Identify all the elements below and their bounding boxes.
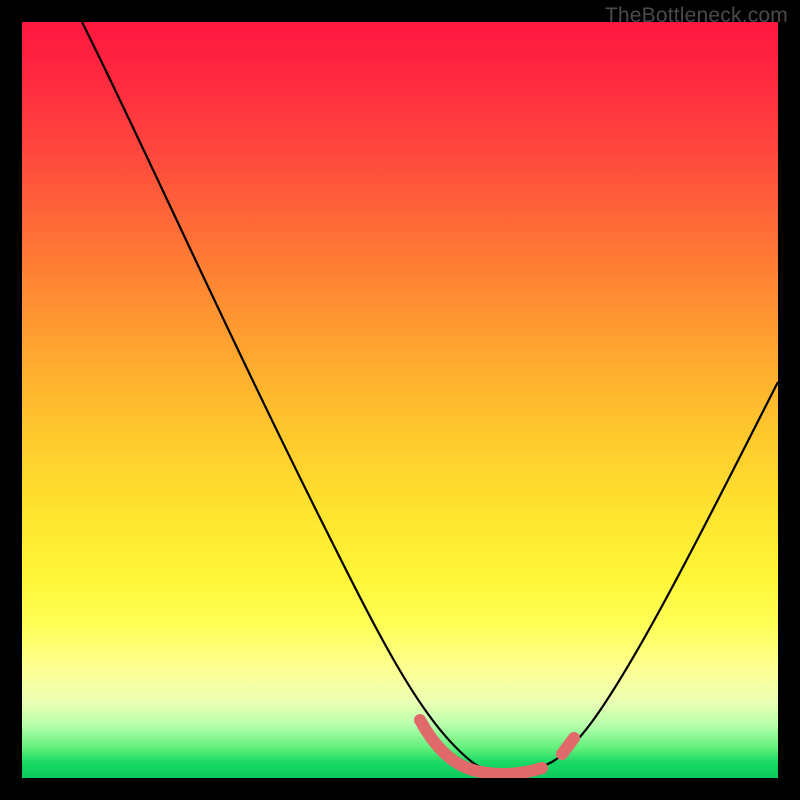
chart-frame: TheBottleneck.com <box>0 0 800 800</box>
plot-area <box>22 22 778 778</box>
bottleneck-curve <box>82 22 778 773</box>
curve-layer <box>22 22 778 778</box>
highlight-trough <box>420 720 574 774</box>
watermark-text: TheBottleneck.com <box>605 4 788 28</box>
